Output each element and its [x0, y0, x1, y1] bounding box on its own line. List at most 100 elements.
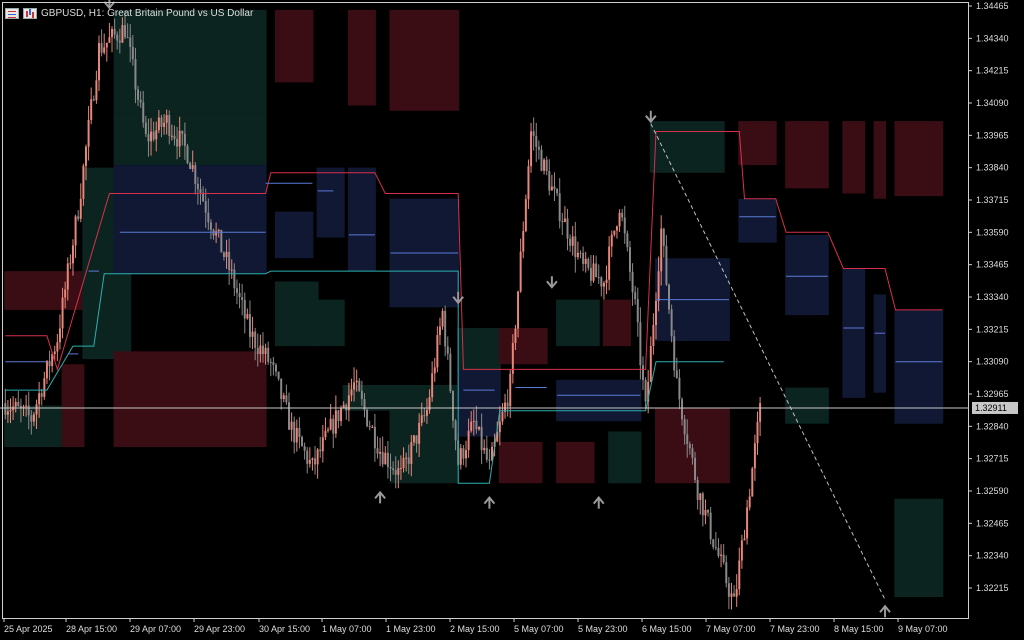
candle-body — [191, 165, 194, 170]
candle-body — [43, 378, 46, 397]
zone-box — [113, 113, 267, 166]
candle-body — [720, 554, 723, 556]
candle-body — [207, 212, 210, 223]
candle-body — [425, 409, 428, 416]
candle-body — [17, 401, 20, 406]
candle-body — [673, 336, 676, 371]
candle-body — [714, 547, 717, 549]
candle-body — [563, 218, 566, 223]
candle-body — [740, 540, 743, 561]
candle-body — [644, 379, 647, 402]
candle-body — [410, 442, 413, 464]
x-axis-label: 2 May 15:00 — [450, 624, 500, 634]
candle-body — [444, 310, 447, 347]
candle-body — [478, 426, 480, 430]
candle-body — [350, 389, 353, 396]
candle-body — [605, 279, 608, 283]
price-chart[interactable]: 1.34465 1.34340 1.34215 1.34090 1.33965 1.338… — [0, 0, 1024, 640]
candle-body — [186, 145, 189, 163]
chart-header: GBPUSD, H1: Great Britain Pound vs US Do… — [5, 6, 253, 20]
signal-up-arrow — [879, 604, 891, 618]
candle-body — [569, 238, 572, 246]
candle-body — [405, 457, 408, 459]
candle-body — [519, 251, 522, 292]
candle-body — [488, 459, 491, 461]
candle-body — [597, 277, 600, 279]
candle-body — [66, 263, 69, 290]
chart-type-icon[interactable] — [23, 7, 37, 19]
candle-body — [30, 415, 33, 422]
candle-body — [113, 29, 116, 35]
x-axis-label: 29 Apr 23:00 — [194, 624, 245, 634]
candle-body — [345, 404, 348, 411]
candle-body — [165, 115, 168, 123]
zone-box — [389, 9, 460, 111]
candle-body — [77, 216, 80, 219]
zone-box — [274, 281, 319, 347]
candle-body — [9, 410, 12, 412]
candle-body — [251, 331, 254, 337]
chart-window[interactable]: 1.34465 1.34340 1.34215 1.34090 1.33965 1.338… — [0, 0, 1024, 640]
candle-body — [681, 399, 684, 420]
candle-body — [147, 133, 150, 142]
zone-box — [274, 211, 314, 259]
candle-body — [170, 135, 173, 137]
candle-body — [95, 80, 98, 101]
candle-body — [574, 236, 577, 258]
candle-body — [342, 404, 345, 408]
candle-body — [327, 429, 330, 431]
zone-box — [894, 121, 944, 197]
candle-body — [103, 47, 106, 53]
candle-body — [144, 122, 147, 134]
y-axis-label: 1.32965 — [976, 389, 1009, 399]
candle-body — [79, 198, 82, 219]
candle-body — [576, 252, 579, 258]
zone-box — [873, 294, 887, 393]
candle-body — [32, 414, 35, 422]
candle-body — [332, 418, 335, 434]
candle-body — [373, 426, 376, 449]
candle-body — [415, 435, 418, 444]
candle-body — [462, 448, 465, 459]
candle-body — [160, 117, 163, 127]
candle-body — [431, 373, 434, 398]
candle-body — [194, 165, 197, 184]
candle-body — [537, 146, 540, 150]
candle-body — [45, 360, 48, 379]
candle-body — [329, 418, 332, 430]
candle-body — [321, 437, 324, 452]
candle-body — [509, 373, 512, 407]
candle-body — [40, 393, 43, 397]
candle-body — [694, 457, 697, 480]
candle-body — [334, 410, 337, 434]
candle-body — [472, 420, 475, 422]
zone-box — [347, 167, 376, 272]
candle-body — [129, 37, 132, 47]
candle-body — [571, 236, 574, 246]
candle-body — [392, 468, 395, 471]
candle-body — [337, 410, 340, 422]
zone-box — [113, 9, 267, 114]
candle-body — [222, 252, 225, 257]
x-axis-label: 7 May 23:00 — [770, 624, 820, 634]
market-watch-icon[interactable] — [5, 7, 19, 19]
zone-box — [316, 299, 345, 347]
candle-body — [662, 228, 665, 246]
candle-body — [441, 310, 444, 327]
candle-body — [355, 380, 358, 383]
x-axis-label: 25 Apr 2025 — [4, 624, 53, 634]
zone-box — [113, 351, 267, 448]
signal-down-arrow — [645, 110, 657, 124]
candle-body — [587, 258, 590, 269]
candle-body — [514, 328, 517, 344]
candle-body — [733, 593, 736, 597]
candle-body — [358, 380, 361, 391]
candle-body — [204, 201, 207, 213]
candle-body — [139, 99, 142, 103]
candle-body — [704, 510, 707, 516]
candle-body — [301, 437, 304, 447]
candle-body — [420, 415, 423, 423]
candle-body — [436, 335, 439, 368]
candle-body — [686, 434, 689, 444]
candle-body — [602, 282, 605, 287]
